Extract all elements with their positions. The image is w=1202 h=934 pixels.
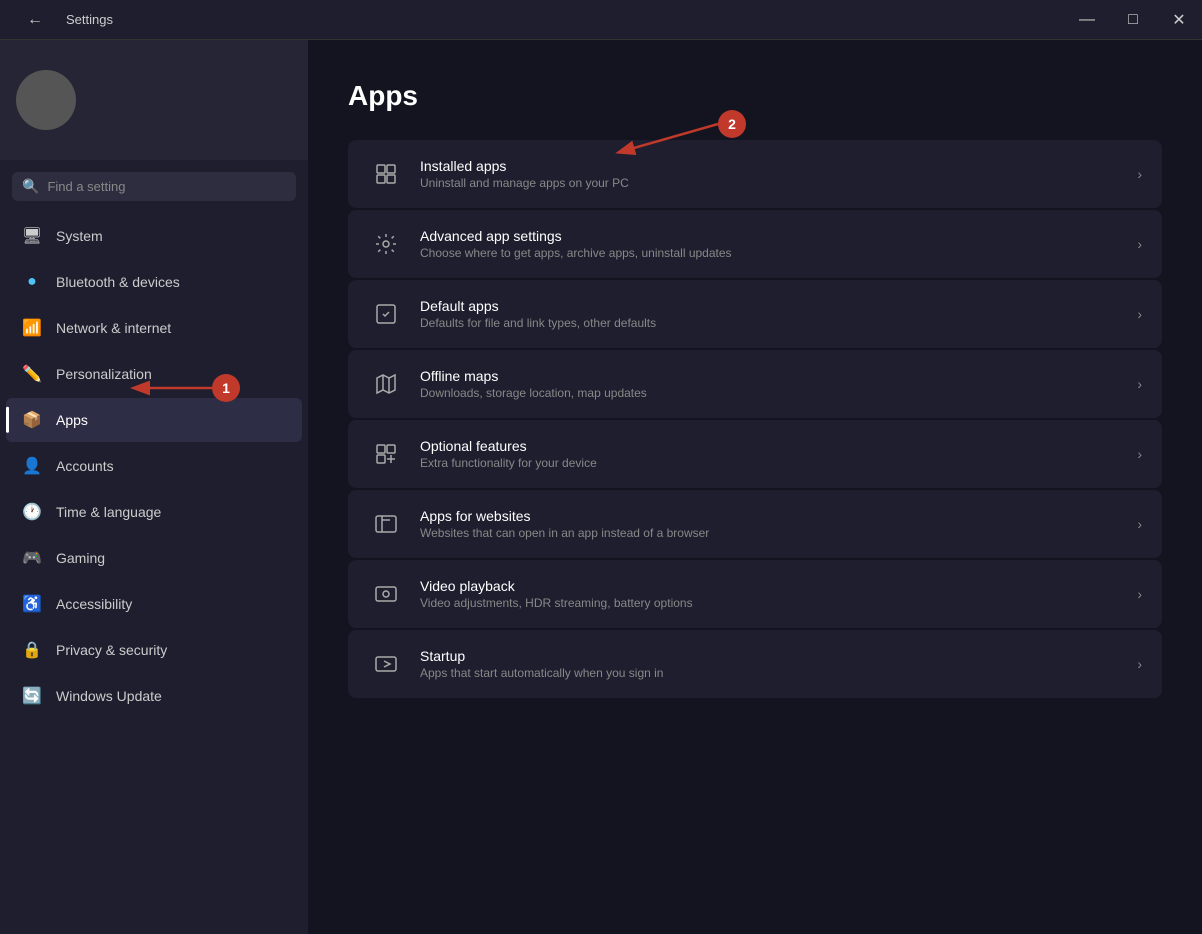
installed-apps-title: Installed apps (420, 158, 629, 174)
sidebar-item-gaming[interactable]: 🎮 Gaming (6, 536, 302, 580)
settings-list: Installed apps Uninstall and manage apps… (348, 140, 1162, 698)
privacy-icon: 🔒 (22, 640, 42, 660)
optional-features-icon (368, 436, 404, 472)
default-apps-desc: Defaults for file and link types, other … (420, 316, 656, 330)
search-icon: 🔍 (22, 178, 39, 195)
window-title: Settings (66, 12, 113, 27)
offline-maps-desc: Downloads, storage location, map updates (420, 386, 647, 400)
main-content: Apps Installed apps (308, 40, 1202, 934)
sidebar-item-bluetooth[interactable]: ● Bluetooth & devices (6, 260, 302, 304)
video-playback-desc: Video adjustments, HDR streaming, batter… (420, 596, 693, 610)
bluetooth-icon: ● (22, 272, 42, 292)
sidebar-item-system[interactable]: 🖥 System (6, 214, 302, 258)
chevron-right-icon: › (1137, 516, 1142, 532)
accounts-icon: 👤 (22, 456, 42, 476)
sidebar: 🔍 🖥 System ● Bluetooth & devices 📶 Netwo… (0, 40, 308, 934)
installed-apps-desc: Uninstall and manage apps on your PC (420, 176, 629, 190)
sidebar-label-personalization: Personalization (56, 366, 152, 382)
windows-update-icon: 🔄 (22, 686, 42, 706)
sidebar-label-privacy: Privacy & security (56, 642, 167, 658)
gaming-icon: 🎮 (22, 548, 42, 568)
sidebar-label-gaming: Gaming (56, 550, 105, 566)
chevron-right-icon: › (1137, 306, 1142, 322)
chevron-right-icon: › (1137, 446, 1142, 462)
advanced-settings-icon (368, 226, 404, 262)
sidebar-item-windows-update[interactable]: 🔄 Windows Update (6, 674, 302, 718)
sidebar-label-bluetooth: Bluetooth & devices (56, 274, 180, 290)
time-icon: 🕐 (22, 502, 42, 522)
apps-websites-title: Apps for websites (420, 508, 709, 524)
sidebar-item-network[interactable]: 📶 Network & internet (6, 306, 302, 350)
chevron-right-icon: › (1137, 656, 1142, 672)
default-apps-icon (368, 296, 404, 332)
back-button[interactable]: ← (12, 0, 58, 40)
network-icon: 📶 (22, 318, 42, 338)
settings-item-advanced[interactable]: Advanced app settings Choose where to ge… (348, 210, 1162, 278)
startup-desc: Apps that start automatically when you s… (420, 666, 663, 680)
settings-item-offline-maps[interactable]: Offline maps Downloads, storage location… (348, 350, 1162, 418)
settings-item-startup[interactable]: Startup Apps that start automatically wh… (348, 630, 1162, 698)
sidebar-label-windows-update: Windows Update (56, 688, 162, 704)
optional-features-title: Optional features (420, 438, 597, 454)
advanced-apps-title: Advanced app settings (420, 228, 732, 244)
search-input[interactable] (47, 179, 286, 194)
offline-maps-icon (368, 366, 404, 402)
video-playback-icon (368, 576, 404, 612)
titlebar: ← Settings — □ ✕ (0, 0, 1202, 40)
apps-websites-icon (368, 506, 404, 542)
close-button[interactable]: ✕ (1156, 0, 1202, 40)
settings-item-optional-features[interactable]: Optional features Extra functionality fo… (348, 420, 1162, 488)
chevron-right-icon: › (1137, 166, 1142, 182)
chevron-right-icon: › (1137, 236, 1142, 252)
personalization-icon: ✏️ (22, 364, 42, 384)
sidebar-label-network: Network & internet (56, 320, 171, 336)
optional-features-desc: Extra functionality for your device (420, 456, 597, 470)
system-icon: 🖥 (22, 226, 42, 246)
avatar (16, 70, 76, 130)
minimize-button[interactable]: — (1064, 0, 1110, 40)
settings-item-apps-websites[interactable]: Apps for websites Websites that can open… (348, 490, 1162, 558)
apps-websites-desc: Websites that can open in an app instead… (420, 526, 709, 540)
annotation-1: 1 (212, 374, 240, 402)
titlebar-controls: — □ ✕ (1064, 0, 1202, 40)
search-box[interactable]: 🔍 (12, 172, 296, 201)
sidebar-item-privacy[interactable]: 🔒 Privacy & security (6, 628, 302, 672)
advanced-apps-desc: Choose where to get apps, archive apps, … (420, 246, 732, 260)
sidebar-label-accounts: Accounts (56, 458, 114, 474)
sidebar-item-accessibility[interactable]: ♿ Accessibility (6, 582, 302, 626)
accessibility-icon: ♿ (22, 594, 42, 614)
sidebar-label-apps: Apps (56, 412, 88, 428)
profile-section (0, 40, 308, 160)
default-apps-title: Default apps (420, 298, 656, 314)
installed-apps-icon (368, 156, 404, 192)
annotation-2: 2 (718, 110, 746, 138)
maximize-button[interactable]: □ (1110, 0, 1156, 40)
video-playback-title: Video playback (420, 578, 693, 594)
sidebar-item-personalization[interactable]: ✏️ Personalization (6, 352, 302, 396)
offline-maps-title: Offline maps (420, 368, 647, 384)
sidebar-item-accounts[interactable]: 👤 Accounts (6, 444, 302, 488)
chevron-right-icon: › (1137, 376, 1142, 392)
settings-item-default-apps[interactable]: Default apps Defaults for file and link … (348, 280, 1162, 348)
settings-item-video-playback[interactable]: Video playback Video adjustments, HDR st… (348, 560, 1162, 628)
page-title: Apps (348, 80, 1162, 112)
chevron-right-icon: › (1137, 586, 1142, 602)
sidebar-item-apps[interactable]: 📦 Apps (6, 398, 302, 442)
sidebar-label-time: Time & language (56, 504, 161, 520)
startup-icon (368, 646, 404, 682)
apps-icon: 📦 (22, 410, 42, 430)
sidebar-label-accessibility: Accessibility (56, 596, 132, 612)
sidebar-label-system: System (56, 228, 103, 244)
titlebar-left: ← Settings (12, 0, 113, 40)
sidebar-item-time[interactable]: 🕐 Time & language (6, 490, 302, 534)
startup-title: Startup (420, 648, 663, 664)
settings-item-installed-apps[interactable]: Installed apps Uninstall and manage apps… (348, 140, 1162, 208)
app-layout: 🔍 🖥 System ● Bluetooth & devices 📶 Netwo… (0, 40, 1202, 934)
